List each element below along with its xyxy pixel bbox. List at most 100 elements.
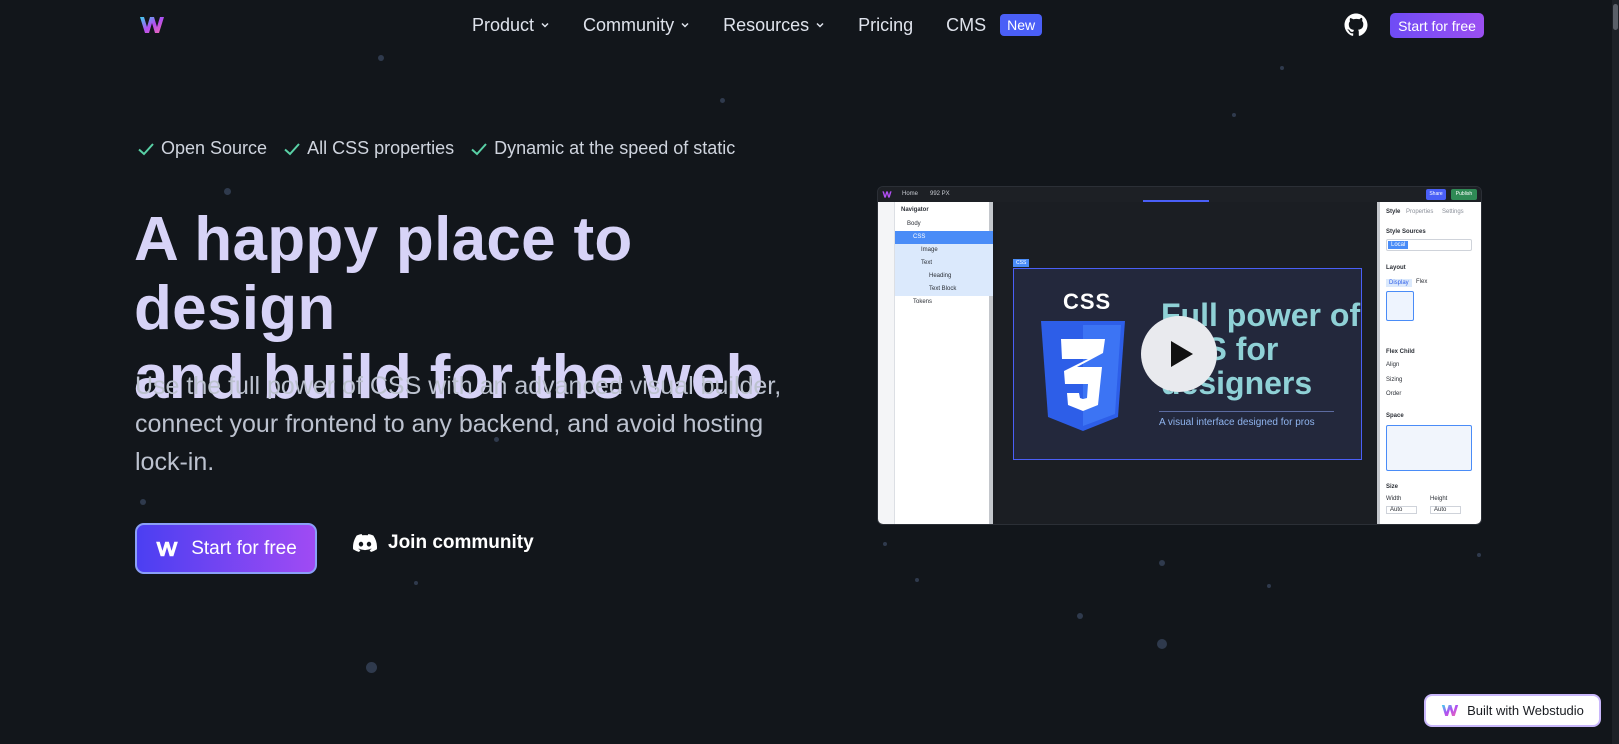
- display-value: Flex: [1416, 279, 1428, 285]
- navigator-item: Text Block: [895, 283, 993, 296]
- webstudio-logo-icon[interactable]: [139, 14, 165, 36]
- background-dot: [378, 55, 384, 61]
- feature-item: Open Source: [137, 138, 267, 159]
- divider: [1159, 411, 1334, 412]
- local-token: Local: [1388, 241, 1409, 249]
- navigator-item: Heading: [895, 270, 993, 283]
- width-value: Auto: [1386, 506, 1418, 514]
- navigator-item: Body: [907, 221, 921, 227]
- menu-item-pricing[interactable]: Pricing: [858, 15, 913, 36]
- built-with-webstudio-badge[interactable]: Built with Webstudio: [1424, 694, 1601, 727]
- publish-button: Publish: [1451, 189, 1477, 200]
- background-dot: [224, 188, 231, 195]
- panel-heading: Size: [1386, 484, 1399, 490]
- background-dot: [883, 542, 887, 546]
- feature-item: All CSS properties: [283, 138, 454, 159]
- webstudio-logo-icon: [882, 191, 892, 198]
- background-dot: [1232, 113, 1236, 117]
- chevron-down-icon: [816, 22, 824, 28]
- selected-element-label: CSS: [1013, 259, 1030, 267]
- menu-item-label: Pricing: [858, 14, 914, 35]
- github-icon[interactable]: [1344, 13, 1368, 37]
- spacing-box: [1386, 425, 1472, 471]
- css-logo-text: CSS: [1063, 289, 1112, 314]
- menu-item-label: CMS: [946, 14, 987, 35]
- menu-item-cms[interactable]: CMS New: [946, 14, 1043, 36]
- webstudio-logo-icon: [1441, 705, 1459, 716]
- chevron-down-icon: [681, 22, 689, 28]
- play-video-button[interactable]: [1141, 316, 1217, 392]
- menu-item-label: Product: [472, 14, 535, 35]
- feature-label: Dynamic at the speed of static: [494, 138, 736, 158]
- background-dot: [1267, 584, 1271, 588]
- navigator-item: Image: [895, 244, 993, 257]
- flex-alignment-grid: [1386, 291, 1414, 321]
- menu-item-community[interactable]: Community: [583, 15, 690, 36]
- feature-label: All CSS properties: [307, 138, 455, 158]
- badge-label: Built with Webstudio: [1467, 703, 1584, 718]
- editor-left-rail: [878, 202, 895, 524]
- background-dot: [1280, 66, 1284, 70]
- panel-tab: Settings: [1442, 209, 1464, 215]
- background-dot: [915, 578, 919, 582]
- property-label: Sizing: [1386, 377, 1403, 383]
- navigator-item: Tokens: [913, 299, 933, 305]
- navigator-panel: Navigator Body CSS Image Text Heading Te…: [895, 202, 993, 524]
- navigator-item: Text: [895, 257, 993, 270]
- share-button: Share: [1426, 189, 1446, 200]
- chevron-down-icon: [541, 22, 549, 28]
- editor-page-name: Home: [902, 191, 919, 197]
- style-panel: Style Properties Settings Style Sources …: [1377, 202, 1481, 524]
- panel-heading: Style Sources: [1386, 229, 1426, 235]
- check-icon: [284, 142, 300, 155]
- background-dot: [1159, 560, 1165, 566]
- hero-title-line: A happy place to design: [134, 205, 633, 343]
- menu-item-label: Community: [583, 14, 675, 35]
- property-label: Order: [1386, 391, 1402, 397]
- editor-canvas-size: 992 PX: [930, 191, 950, 197]
- scrollbar-thumb[interactable]: [1613, 4, 1618, 30]
- menu-item-product[interactable]: Product: [472, 15, 550, 36]
- panel-heading: Flex Child: [1386, 349, 1415, 355]
- panel-heading: Space: [1386, 413, 1404, 419]
- join-community-button[interactable]: Join community: [353, 532, 534, 554]
- background-dot: [1157, 639, 1167, 649]
- check-icon: [138, 142, 154, 155]
- canvas-preview-subtitle: A visual interface designed for pros: [1159, 417, 1315, 428]
- navigator-item: CSS: [895, 231, 993, 244]
- panel-tab: Style: [1386, 209, 1401, 215]
- main-menu: Product Community Resources Pricing CMS …: [472, 14, 1043, 36]
- check-icon: [471, 142, 487, 155]
- display-label: Display: [1386, 279, 1412, 287]
- panel-heading: Layout: [1386, 265, 1406, 271]
- property-label: Align: [1386, 362, 1400, 368]
- background-dot: [720, 98, 725, 103]
- feature-item: Dynamic at the speed of static: [470, 138, 735, 159]
- hero-subtitle: Use the full power of CSS with an advanc…: [135, 372, 782, 476]
- button-label: Start for free: [191, 537, 297, 559]
- start-for-free-button[interactable]: Start for free: [1390, 13, 1484, 38]
- scrollbar-track[interactable]: [1612, 0, 1619, 744]
- feature-label: Open Source: [161, 138, 268, 158]
- new-badge: New: [1000, 14, 1043, 36]
- background-dot: [1077, 613, 1083, 619]
- height-value: Auto: [1430, 506, 1462, 514]
- panel-tab: Properties: [1406, 209, 1434, 215]
- start-for-free-hero-button[interactable]: Start for free: [135, 523, 317, 574]
- background-dot: [140, 499, 146, 505]
- menu-item-label: Resources: [723, 14, 810, 35]
- top-navigation: Product Community Resources Pricing CMS …: [0, 0, 1619, 52]
- webstudio-logo-icon: [156, 541, 179, 556]
- discord-icon: [353, 534, 377, 552]
- play-icon: [1171, 341, 1193, 367]
- background-dot: [366, 662, 377, 673]
- background-dot: [414, 581, 418, 585]
- css3-shield-icon: [1041, 321, 1125, 431]
- background-dot: [1477, 553, 1481, 557]
- menu-item-resources[interactable]: Resources: [723, 15, 825, 36]
- property-label: Height: [1430, 496, 1448, 502]
- navigator-title: Navigator: [901, 207, 929, 213]
- button-label: Join community: [388, 532, 534, 553]
- property-label: Width: [1386, 496, 1402, 502]
- feature-list: Open Source All CSS properties Dynamic a…: [137, 138, 735, 159]
